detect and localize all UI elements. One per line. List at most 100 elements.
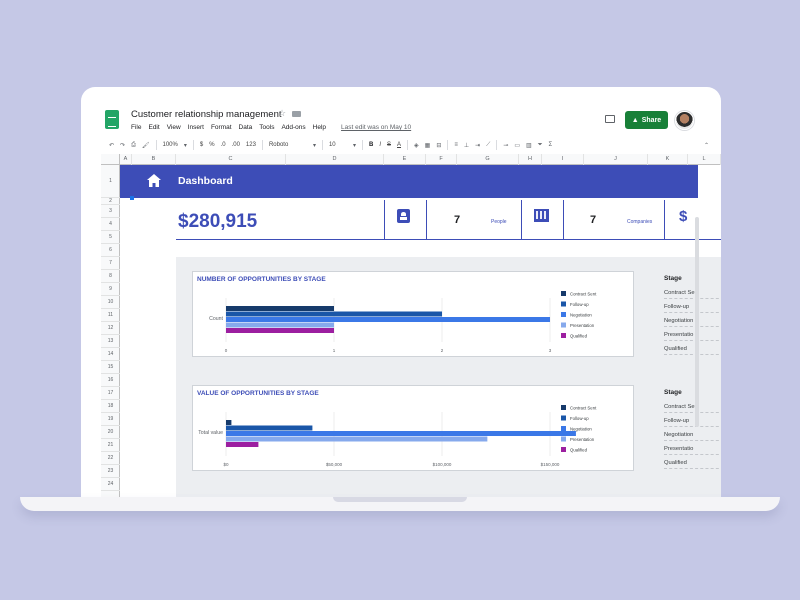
select-all-corner[interactable] (101, 154, 120, 165)
row-header[interactable]: 9 (101, 283, 120, 296)
menu-view[interactable]: View (167, 124, 181, 131)
collapse-icon[interactable]: ⌃ (704, 142, 709, 149)
link-icon[interactable]: ⊸ (503, 142, 508, 149)
column-header-d[interactable]: D (286, 154, 384, 165)
row-header[interactable]: 18 (101, 400, 120, 413)
column-header-i[interactable]: I (542, 154, 584, 165)
folder-icon[interactable] (292, 111, 301, 117)
row-header[interactable]: 16 (101, 374, 120, 387)
menu-tools[interactable]: Tools (259, 124, 274, 131)
row-header[interactable]: 10 (101, 296, 120, 309)
legend-swatch (561, 291, 566, 296)
row-header[interactable]: 4 (101, 218, 120, 231)
font-size-select[interactable]: 10 (329, 142, 347, 148)
column-header-e[interactable]: E (384, 154, 426, 165)
paint-format-icon[interactable]: 🖌 (142, 142, 150, 149)
column-header-a[interactable]: A (120, 154, 132, 165)
undo-icon[interactable]: ↶ (109, 142, 114, 149)
people-box: 7 People (426, 200, 521, 240)
opportunities-value-chart[interactable]: VALUE OF OPPORTUNITIES BY STAGE $0 $50,00… (192, 385, 634, 471)
column-header-k[interactable]: K (648, 154, 688, 165)
toolbar: ↶ ↷ ⎙ 🖌 100% ▾ $ % .0 .00 123 Roboto ▾ 1… (109, 138, 709, 152)
column-header-j[interactable]: J (584, 154, 648, 165)
chart-title: VALUE OF OPPORTUNITIES BY STAGE (197, 390, 319, 397)
row-header[interactable]: 8 (101, 270, 120, 283)
menu-data[interactable]: Data (239, 124, 253, 131)
bar (226, 306, 334, 311)
row-header[interactable]: 13 (101, 335, 120, 348)
row-header[interactable]: 1 (101, 165, 120, 198)
redo-icon[interactable]: ↷ (120, 142, 125, 149)
legend-label: Follow-up (570, 416, 589, 421)
column-header-b[interactable]: B (132, 154, 176, 165)
menu-help[interactable]: Help (313, 124, 326, 131)
sheet-canvas[interactable]: Dashboard $280,915 7 People 7 Companies (120, 165, 721, 498)
text-color-button[interactable]: A (397, 142, 401, 148)
menu-file[interactable]: File (131, 124, 141, 131)
menu-addons[interactable]: Add-ons (281, 124, 305, 131)
row-header[interactable]: 23 (101, 465, 120, 478)
menu-format[interactable]: Format (211, 124, 232, 131)
document-title[interactable]: Customer relationship management (131, 109, 282, 120)
row-header[interactable]: 19 (101, 413, 120, 426)
decimal-decrease-button[interactable]: .0 (221, 142, 226, 148)
merge-cells-icon[interactable]: ⊟ (436, 142, 441, 149)
number-format-button[interactable]: 123 (246, 142, 256, 148)
align-horizontal-icon[interactable]: ≡ (454, 142, 458, 148)
column-header-h[interactable]: H (519, 154, 542, 165)
currency-button[interactable]: $ (200, 142, 203, 148)
row-header[interactable]: 15 (101, 361, 120, 374)
print-icon[interactable]: ⎙ (131, 142, 136, 149)
column-header-c[interactable]: C (176, 154, 286, 165)
comment-icon[interactable] (605, 115, 615, 123)
row-header[interactable]: 6 (101, 244, 120, 257)
row-header[interactable]: 11 (101, 309, 120, 322)
legend-swatch (561, 436, 566, 442)
vertical-scrollbar[interactable] (695, 217, 699, 427)
row-header[interactable]: 14 (101, 348, 120, 361)
row-header[interactable]: 24 (101, 478, 120, 491)
tick-label: $0 (223, 462, 229, 467)
avatar[interactable] (675, 111, 694, 130)
bold-button[interactable]: B (369, 142, 373, 148)
zoom-select[interactable]: 100% (163, 142, 178, 148)
row-header[interactable]: 3 (101, 205, 120, 218)
percent-button[interactable]: % (209, 142, 214, 148)
strikethrough-button[interactable]: S (387, 142, 391, 148)
column-header-g[interactable]: G (457, 154, 519, 165)
row-header[interactable]: 5 (101, 231, 120, 244)
menu-edit[interactable]: Edit (148, 124, 159, 131)
insert-chart-icon[interactable]: ▥ (526, 142, 532, 149)
italic-button[interactable]: I (379, 142, 381, 148)
row-header[interactable]: 20 (101, 426, 120, 439)
fill-color-icon[interactable]: ◈ (414, 142, 419, 149)
sheets-logo-icon[interactable] (105, 110, 119, 129)
column-header-l[interactable]: L (688, 154, 721, 165)
star-icon[interactable]: ☆ (278, 108, 286, 119)
row-header[interactable]: 7 (101, 257, 120, 270)
text-wrap-icon[interactable]: ⇥ (475, 142, 480, 149)
filter-icon[interactable]: ⏷ (538, 142, 543, 149)
functions-icon[interactable]: Σ (549, 142, 553, 148)
insert-comment-icon[interactable]: ▭ (514, 142, 520, 149)
menu-insert[interactable]: Insert (188, 124, 204, 131)
row-header[interactable]: 2 (101, 198, 120, 205)
row-header[interactable]: 12 (101, 322, 120, 335)
font-select[interactable]: Roboto (269, 142, 307, 148)
legend-swatch (561, 415, 566, 421)
text-rotate-icon[interactable]: ⟋ (486, 142, 490, 149)
share-button[interactable]: ▲ Share (625, 111, 668, 129)
dollar-icon: $ (679, 208, 688, 225)
column-header-f[interactable]: F (426, 154, 457, 165)
decimal-increase-button[interactable]: .00 (232, 142, 240, 148)
last-edit-link[interactable]: Last edit was on May 10 (341, 124, 411, 131)
legend-label: Qualified (570, 447, 588, 452)
row-header[interactable]: 21 (101, 439, 120, 452)
borders-icon[interactable]: ▦ (425, 142, 431, 149)
row-header[interactable]: 17 (101, 387, 120, 400)
opportunities-count-chart[interactable]: NUMBER OF OPPORTUNITIES BY STAGE 0 1 2 3 Cou… (192, 271, 634, 357)
selection-handle[interactable] (130, 196, 134, 200)
stage-header: Stage (664, 275, 682, 282)
row-header[interactable]: 22 (101, 452, 120, 465)
align-vertical-icon[interactable]: ⊥ (464, 142, 469, 149)
